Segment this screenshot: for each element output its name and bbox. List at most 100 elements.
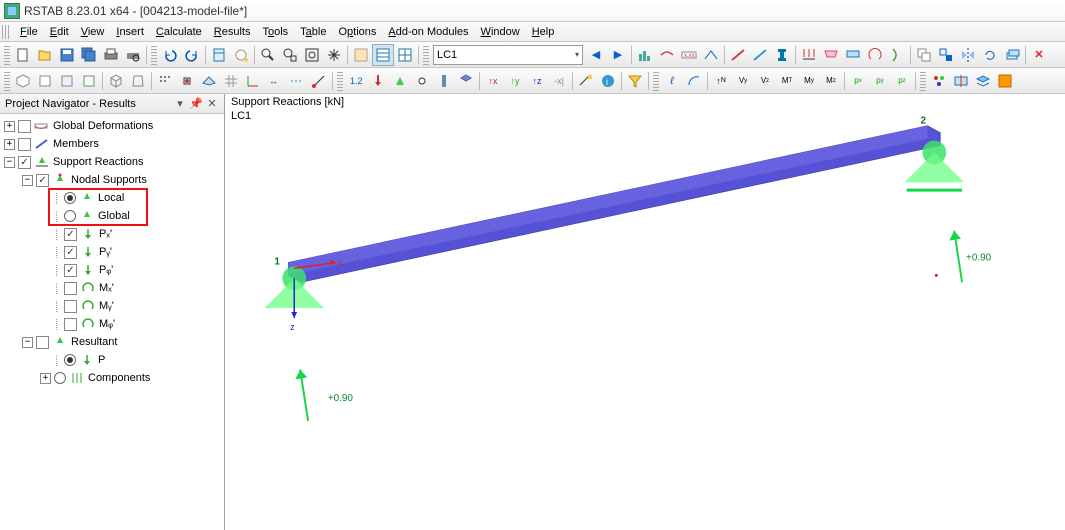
radio-unselected[interactable] [64,210,76,222]
undo-button[interactable] [159,44,181,66]
open-button[interactable] [34,44,56,66]
checkbox-checked[interactable]: ✓ [36,174,49,187]
zoom-button[interactable] [257,44,279,66]
menu-insert[interactable]: Insert [110,24,150,40]
zoom-fit-button[interactable] [301,44,323,66]
navigator-pin-button[interactable]: 📌 [189,97,203,111]
snap-obj-button[interactable] [176,70,198,92]
expand-icon[interactable]: + [4,121,15,132]
view-mode-button[interactable] [350,44,372,66]
moment-my-button[interactable]: My [798,70,820,92]
save-button[interactable] [56,44,78,66]
move-button[interactable] [935,44,957,66]
copy-button[interactable] [913,44,935,66]
tree-mx[interactable]: Mₓ' [0,279,224,297]
layers-button[interactable] [972,70,994,92]
force-n-button[interactable]: ↑N [710,70,732,92]
save-all-button[interactable] [78,44,100,66]
radio-selected[interactable] [64,192,76,204]
render-button[interactable] [455,70,477,92]
tree-components[interactable]: + Components [0,369,224,387]
moment-mt-button[interactable]: MT [776,70,798,92]
menu-help[interactable]: Help [526,24,561,40]
reaction-px-button[interactable]: px [847,70,869,92]
perspective-button[interactable] [127,70,149,92]
radio-unselected[interactable] [54,372,66,384]
expand-icon[interactable]: + [40,373,51,384]
pan-button[interactable] [323,44,345,66]
imperfection-button[interactable] [886,44,908,66]
show-z-button[interactable]: ↑z [526,70,548,92]
tree-support-reactions[interactable]: − ✓ Support Reactions [0,153,224,171]
moment-mz-button[interactable]: Mz [820,70,842,92]
tree-my[interactable]: Mᵧ' [0,297,224,315]
menu-options[interactable]: Options [332,24,382,40]
member2-button[interactable] [749,44,771,66]
menu-table[interactable]: Table [294,24,332,40]
tree-p[interactable]: P [0,351,224,369]
show-xi-button[interactable]: -x| [548,70,570,92]
sections-display-button[interactable] [433,70,455,92]
moment-button[interactable] [864,44,886,66]
menu-tools[interactable]: Tools [256,24,294,40]
zoom-window-button[interactable] [279,44,301,66]
collapse-icon[interactable]: − [4,157,15,168]
load2-button[interactable] [820,44,842,66]
dimension-button[interactable]: ↔ [264,70,286,92]
grid-button[interactable] [394,44,416,66]
tree-pz[interactable]: ✓ Pᵩ' [0,261,224,279]
checkbox-checked[interactable]: ✓ [64,264,77,277]
checkbox-checked[interactable]: ✓ [64,246,77,259]
print-preview-button[interactable] [122,44,144,66]
menu-edit[interactable]: Edit [44,24,75,40]
new-file-button[interactable] [12,44,34,66]
display-options-button[interactable] [928,70,950,92]
toolbar-end-button[interactable] [994,70,1016,92]
print-button[interactable] [100,44,122,66]
ortho-button[interactable] [105,70,127,92]
checkbox-checked[interactable]: ✓ [18,156,31,169]
info-button[interactable]: i [597,70,619,92]
show-y-button[interactable]: ↑y [504,70,526,92]
tree-py[interactable]: ✓ Pᵧ' [0,243,224,261]
menu-file[interactable]: File [14,24,44,40]
number-nodes-button[interactable]: 1.2 [345,70,367,92]
force-vy-button[interactable]: Vy [732,70,754,92]
reaction-py-button[interactable]: py [869,70,891,92]
line-tool-button[interactable]: ℓ [661,70,683,92]
loadcase-dropdown[interactable]: LC1▾ [433,45,583,65]
checkbox[interactable] [36,336,49,349]
collapse-icon[interactable]: − [22,337,33,348]
tree-global-deformations[interactable]: + Global Deformations [0,117,224,135]
reaction-pz-button[interactable]: pz [891,70,913,92]
view-x-button[interactable] [34,70,56,92]
snap-grid-button[interactable] [154,70,176,92]
toolbar-grip-7[interactable] [920,71,926,91]
menu-view[interactable]: View [75,24,111,40]
delete-button[interactable]: ✕ [1028,44,1050,66]
checkbox[interactable] [64,300,77,313]
navigator-dropdown-button[interactable]: ▾ [173,97,187,111]
model-viewport[interactable]: Support Reactions [kN] LC1 1 2 x z [225,94,1065,530]
load3-button[interactable] [842,44,864,66]
next-lc-button[interactable]: ▶ [607,44,629,66]
navigator-close-button[interactable]: ✕ [205,97,219,111]
menu-calculate[interactable]: Calculate [150,24,208,40]
scale-button[interactable] [700,44,722,66]
clipping-button[interactable] [950,70,972,92]
menu-grip[interactable] [2,25,10,39]
measure-button[interactable] [575,70,597,92]
workplane-button[interactable] [198,70,220,92]
values-button[interactable]: x.xx [678,44,700,66]
deform-button[interactable] [656,44,678,66]
view-iso-button[interactable] [12,70,34,92]
redo-button[interactable] [181,44,203,66]
arc-tool-button[interactable] [683,70,705,92]
member-button[interactable] [727,44,749,66]
filter-button[interactable] [624,70,646,92]
menu-window[interactable]: Window [475,24,526,40]
checkbox[interactable] [64,282,77,295]
toolbar-grip-3[interactable] [423,45,429,65]
view-z-button[interactable] [78,70,100,92]
tree-local[interactable]: Local [0,189,224,207]
